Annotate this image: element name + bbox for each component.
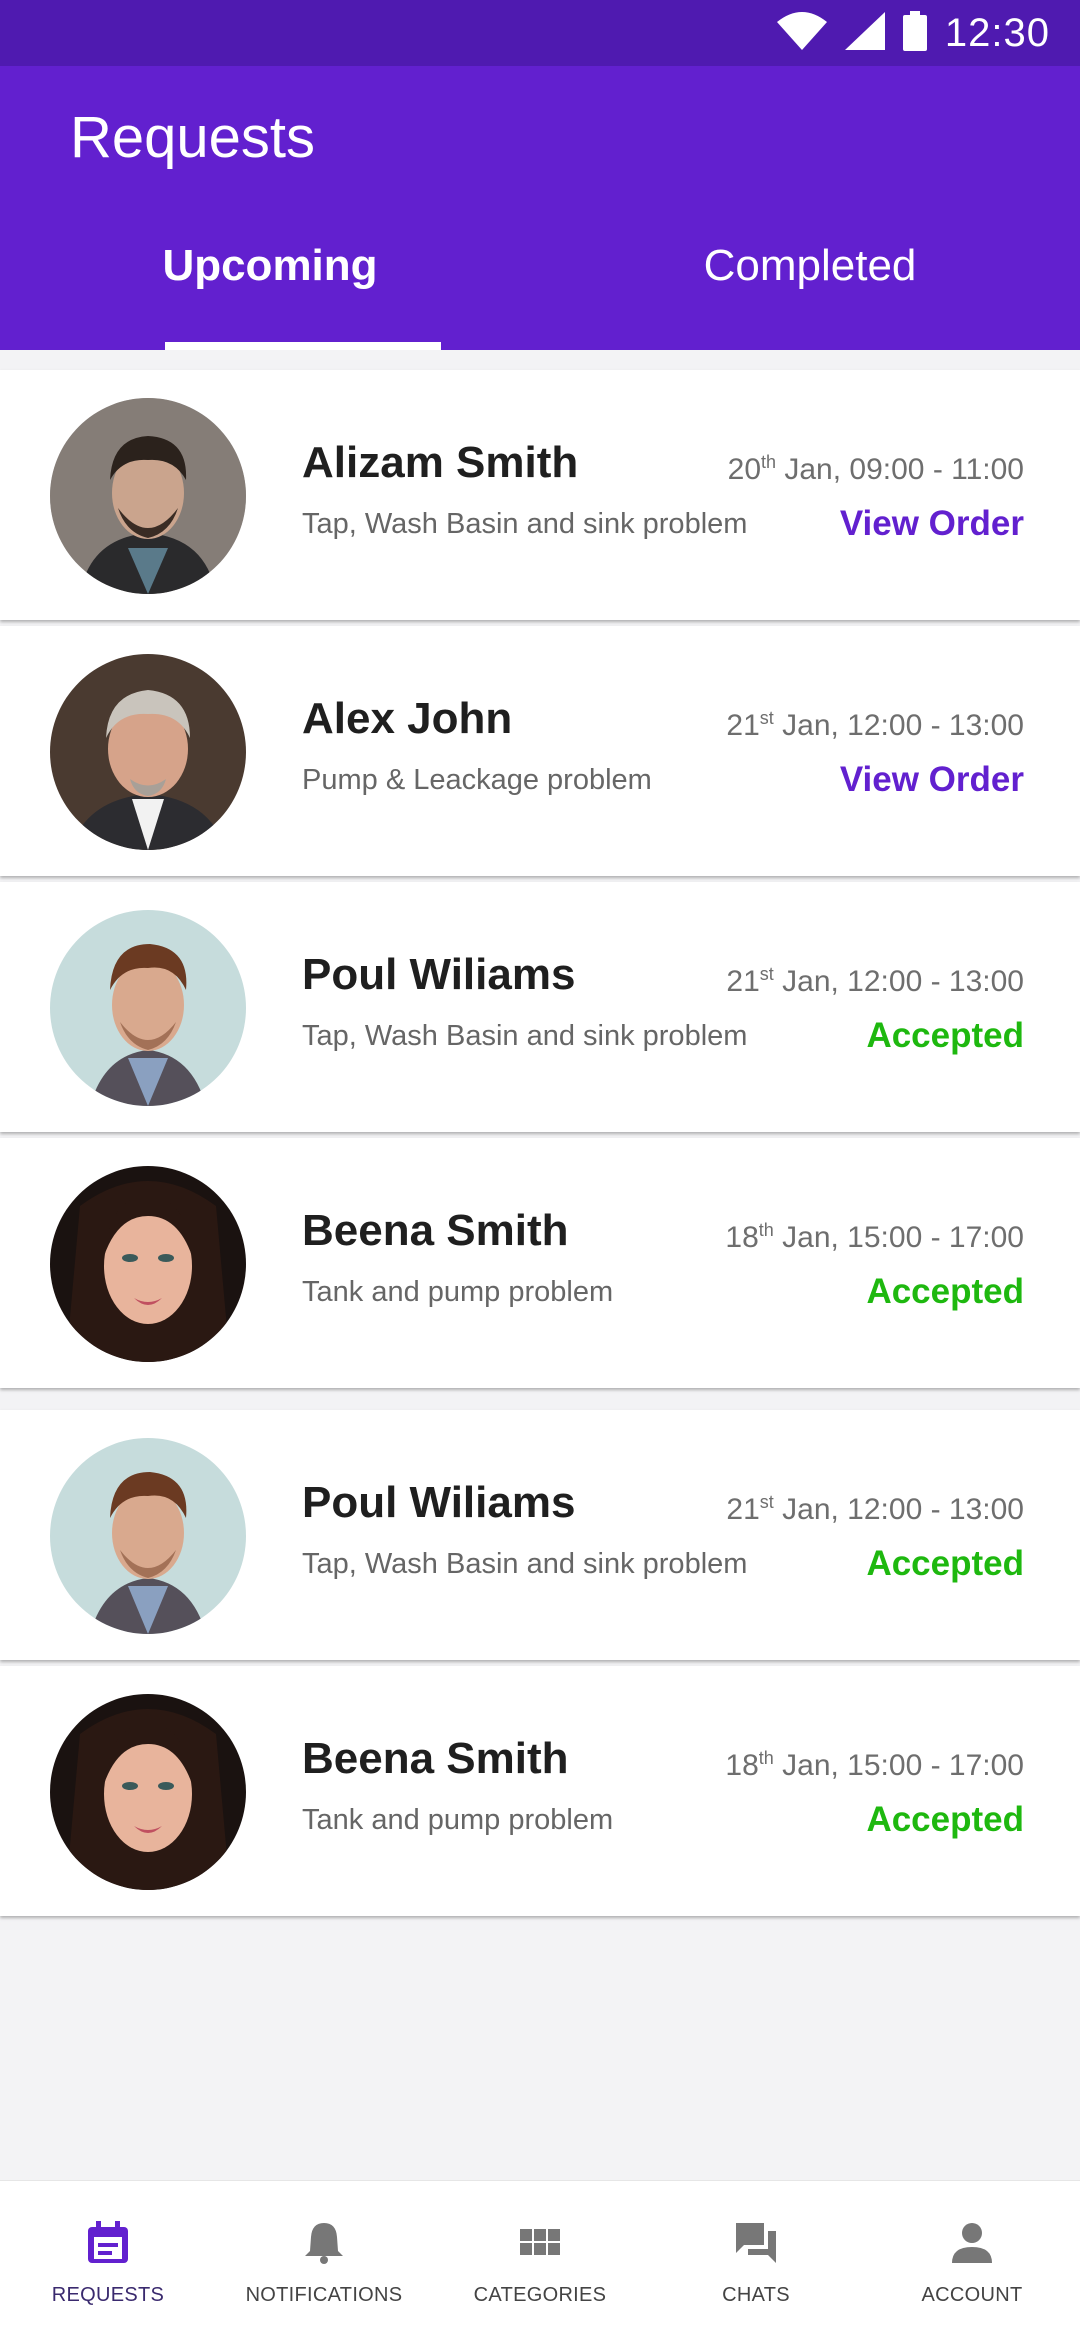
customer-name: Poul Wiliams [302,1478,576,1527]
tab-completed[interactable]: Completed [540,216,1080,350]
wifi-icon [776,11,827,55]
request-card[interactable]: Beena Smith Tank and pump problem 18th J… [0,1138,1080,1388]
avatar [50,1438,246,1634]
problem-description: Tap, Wash Basin and sink problem [302,508,748,540]
nav-label: NOTIFICATIONS [245,2284,403,2306]
accepted-status: Accepted [866,1016,1024,1055]
avatar [50,654,246,850]
status-bar: 12:30 [0,0,1080,66]
tab-bar: Upcoming Completed [0,216,1080,350]
nav-label: CHATS [722,2284,790,2306]
request-card[interactable]: Alizam Smith Tap, Wash Basin and sink pr… [0,370,1080,620]
calendar-icon [86,2221,130,2270]
problem-description: Pump & Leackage problem [302,764,652,796]
accepted-status: Accepted [866,1544,1024,1583]
customer-name: Beena Smith [302,1734,569,1783]
schedule-time: 20th Jan, 09:00 - 11:00 [727,452,1024,486]
person-icon [950,2221,994,2270]
customer-name: Alizam Smith [302,438,579,487]
chat-icon [734,2221,778,2270]
nav-requests[interactable]: REQUESTS [0,2181,216,2340]
nav-label: CATEGORIES [473,2284,607,2306]
nav-label: REQUESTS [51,2284,165,2306]
clock-time: 12:30 [944,10,1050,55]
schedule-time: 21st Jan, 12:00 - 13:00 [726,708,1024,742]
problem-description: Tank and pump problem [302,1276,614,1308]
view-order-link[interactable]: View Order [840,760,1024,800]
customer-name: Poul Wiliams [302,950,576,999]
accepted-status: Accepted [866,1272,1024,1311]
schedule-time: 21st Jan, 12:00 - 13:00 [726,1492,1024,1526]
request-card[interactable]: Beena Smith Tank and pump problem 18th J… [0,1666,1080,1916]
page-title: Requests [70,105,316,170]
app-bar: Requests Upcoming Completed [0,66,1080,350]
request-card[interactable]: Alex John Pump & Leackage problem 21st J… [0,626,1080,876]
view-order-link[interactable]: View Order [840,504,1024,544]
avatar [50,910,246,1106]
customer-name: Beena Smith [302,1206,569,1255]
bottom-navigation: REQUESTS NOTIFICATIONS CATEGORIES CHATS … [0,2180,1080,2340]
problem-description: Tap, Wash Basin and sink problem [302,1548,748,1580]
nav-account[interactable]: ACCOUNT [864,2181,1080,2340]
avatar [50,1166,246,1362]
accepted-status: Accepted [866,1800,1024,1839]
signal-icon [844,11,885,55]
problem-description: Tank and pump problem [302,1804,614,1836]
schedule-time: 18th Jan, 15:00 - 17:00 [725,1748,1024,1782]
nav-notifications[interactable]: NOTIFICATIONS [216,2181,432,2340]
avatar [50,398,246,594]
battery-icon [902,10,927,56]
active-tab-indicator [165,342,441,350]
problem-description: Tap, Wash Basin and sink problem [302,1020,748,1052]
nav-label: ACCOUNT [921,2284,1023,2306]
tab-upcoming[interactable]: Upcoming [0,216,540,350]
nav-chats[interactable]: CHATS [648,2181,864,2340]
avatar [50,1694,246,1890]
request-card[interactable]: Poul Wiliams Tap, Wash Basin and sink pr… [0,882,1080,1132]
request-card[interactable]: Poul Wiliams Tap, Wash Basin and sink pr… [0,1410,1080,1660]
grid-icon [518,2221,562,2270]
nav-categories[interactable]: CATEGORIES [432,2181,648,2340]
schedule-time: 21st Jan, 12:00 - 13:00 [726,964,1024,998]
schedule-time: 18th Jan, 15:00 - 17:00 [725,1220,1024,1254]
bell-icon [302,2221,346,2270]
customer-name: Alex John [302,694,513,743]
